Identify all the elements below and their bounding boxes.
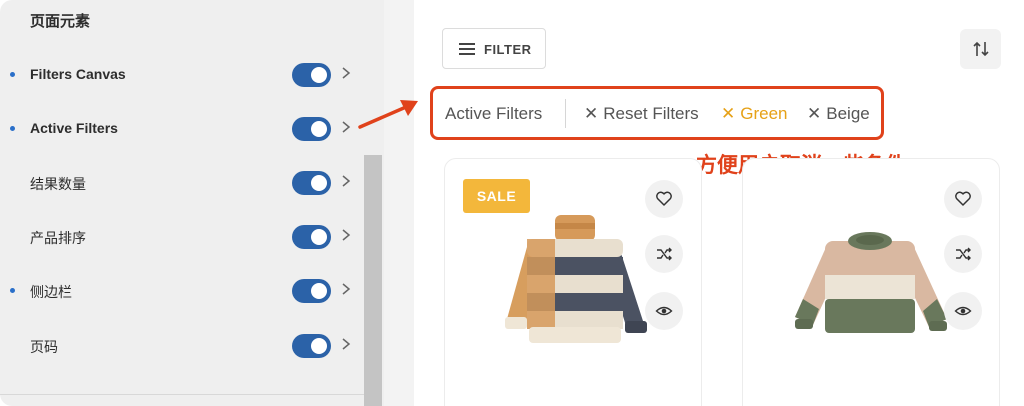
shop-preview: FILTER Active Filters ✕ Reset Filters ✕ Gr… [414,0,1024,406]
scrollbar[interactable] [364,155,382,406]
compare-button[interactable] [645,235,683,273]
chip-label: Beige [826,104,870,123]
filter-button-label: FILTER [484,42,532,57]
toggle-switch[interactable] [292,117,331,141]
quick-view-button[interactable] [645,292,683,330]
toggle-knob [311,175,327,191]
setting-label: 产品排序 [30,230,86,246]
close-icon: ✕ [721,104,736,123]
panel-title: 页面元素 [30,13,91,30]
toggle-switch[interactable] [292,334,331,358]
chevron-right-icon[interactable] [340,282,352,296]
sweater-image [505,215,647,343]
toggle-switch[interactable] [292,279,331,303]
close-icon: ✕ [807,104,822,123]
setting-row-product-sorting[interactable]: 产品排序 [0,217,365,257]
chevron-right-icon[interactable] [340,66,352,80]
toggle-switch[interactable] [292,63,331,87]
shuffle-icon [657,247,672,261]
modified-dot [10,288,15,293]
close-icon: ✕ [584,104,599,123]
sweater-image [795,232,947,333]
filter-chip-beige[interactable]: ✕ Beige [807,104,870,124]
annotation-arrow-icon [358,100,418,129]
toggle-switch[interactable] [292,225,331,249]
panel-gap [384,0,414,406]
toggle-knob [311,338,327,354]
active-filters-bar: Active Filters ✕ Reset Filters ✕ Green ✕ Be… [430,86,884,140]
product-card[interactable] [742,158,1000,406]
chip-label: Green [740,104,788,123]
modified-dot [10,72,15,77]
toggle-knob [311,67,327,83]
sale-badge: SALE [463,179,530,213]
wishlist-button[interactable] [645,180,683,218]
toggle-knob [311,121,327,137]
setting-label: 结果数量 [30,176,86,192]
setting-label: Active Filters [30,120,118,136]
heart-icon [955,191,971,206]
wishlist-button[interactable] [944,180,982,218]
setting-row-result-count[interactable]: 结果数量 [0,163,365,203]
setting-row-filters-canvas[interactable]: Filters Canvas [0,55,365,95]
setting-label: 侧边栏 [30,284,72,300]
sort-arrows-icon [973,41,989,57]
setting-row-active-filters[interactable]: Active Filters [0,109,365,149]
chevron-right-icon[interactable] [340,228,352,242]
eye-icon [655,306,673,316]
sort-button[interactable] [960,29,1001,69]
toggle-knob [311,229,327,245]
eye-icon [954,306,972,316]
chip-label: Reset Filters [603,104,699,123]
chevron-right-icon[interactable] [340,174,352,188]
page-elements-panel: 页面元素 Filters Canvas Active Filters 结果数量 … [0,0,384,406]
setting-label: 页码 [30,339,58,355]
setting-row-sidebar[interactable]: 侧边栏 [0,271,365,311]
shuffle-icon [956,247,971,261]
divider [565,99,566,128]
chevron-right-icon[interactable] [340,337,352,351]
active-filters-label: Active Filters [445,104,543,123]
toggle-switch[interactable] [292,171,331,195]
heart-icon [656,191,672,206]
filter-chip-green[interactable]: ✕ Green [721,104,788,124]
product-card[interactable]: SALE [444,158,702,406]
toggle-knob [311,283,327,299]
reset-filters-chip[interactable]: ✕ Reset Filters [584,104,699,124]
menu-lines-icon [459,43,475,55]
chevron-right-icon[interactable] [340,120,352,134]
modified-dot [10,126,15,131]
setting-label: Filters Canvas [30,66,126,82]
compare-button[interactable] [944,235,982,273]
setting-row-pagination[interactable]: 页码 [0,326,365,366]
quick-view-button[interactable] [944,292,982,330]
divider [0,394,364,395]
filter-button[interactable]: FILTER [442,28,546,69]
